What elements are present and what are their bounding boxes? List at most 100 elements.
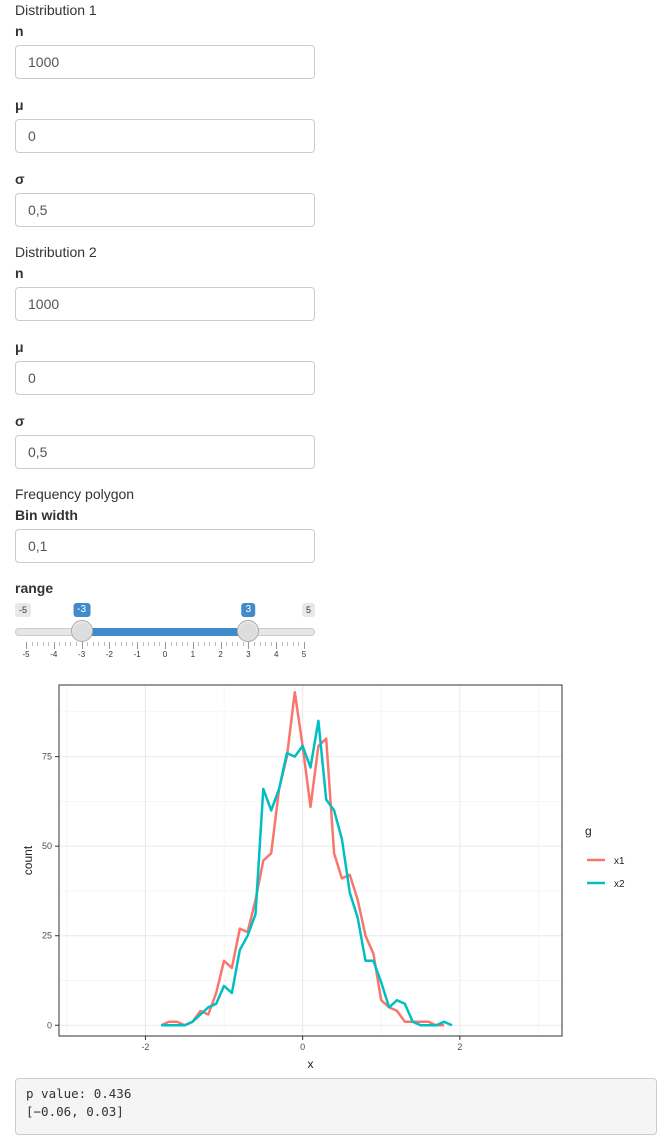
slider-minor-tick	[42, 642, 44, 646]
slider-minor-tick	[98, 642, 100, 646]
legend-title: g	[585, 824, 592, 838]
slider-minor-tick	[226, 642, 228, 646]
slider-minor-tick	[92, 642, 94, 646]
range-min-label: -5	[15, 603, 32, 617]
slider-minor-tick	[270, 642, 272, 646]
slider-minor-tick	[181, 642, 183, 646]
y-tick-label: 75	[42, 752, 52, 762]
slider-minor-tick	[159, 642, 161, 646]
frequency-polygon-chart: -2 0 2 0 25 50 75 x count g x1 x2	[21, 684, 625, 1071]
slider-minor-tick	[281, 642, 283, 646]
slider-minor-tick	[114, 642, 116, 646]
y-axis-title: count	[21, 845, 35, 875]
slider-tick-label: 4	[273, 650, 279, 659]
bin-width-input[interactable]	[15, 529, 315, 563]
x-tick-label: 0	[300, 1042, 305, 1052]
range-to-handle[interactable]	[237, 620, 260, 642]
dist2-n-label: n	[15, 265, 24, 281]
slider-minor-tick	[37, 642, 39, 646]
range-max-label: 5	[301, 603, 315, 617]
legend-label-x2: x2	[614, 879, 625, 890]
slider-minor-tick	[126, 642, 128, 646]
slider-minor-tick	[176, 642, 178, 646]
slider-tick-label: -3	[78, 650, 86, 659]
slider-minor-tick	[203, 642, 205, 646]
dist1-mu-label: μ	[15, 97, 24, 113]
slider-minor-tick	[298, 642, 300, 646]
slider-minor-tick	[265, 642, 267, 646]
dist2-n-input[interactable]	[15, 287, 315, 321]
slider-minor-tick	[209, 642, 211, 646]
slider-minor-tick	[198, 642, 200, 646]
slider-tick-label: 0	[162, 650, 168, 659]
slider-minor-tick	[187, 642, 189, 646]
slider-minor-tick	[237, 642, 239, 646]
slider-minor-tick	[76, 642, 78, 646]
p-value-text: p value: 0.436	[26, 1086, 132, 1101]
range-slider[interactable]: -5 5 -3 3 -5 -4 -3 -2 -1 0 1 2 3 4 5	[15, 600, 315, 662]
distribution-2-title: Distribution 2	[15, 244, 97, 260]
dist1-mu-input[interactable]	[15, 119, 315, 153]
dist2-sigma-input[interactable]	[15, 435, 315, 469]
slider-minor-tick	[142, 642, 144, 646]
range-from-label: -3	[73, 603, 91, 617]
slider-minor-tick	[287, 642, 289, 646]
slider-tick-label: -4	[50, 650, 58, 659]
legend-label-x1: x1	[614, 856, 625, 867]
slider-minor-tick	[215, 642, 217, 646]
bin-width-label: Bin width	[15, 507, 78, 523]
x-axis-title: x	[308, 1057, 314, 1071]
slider-minor-tick	[131, 642, 133, 646]
slider-tick-label: -1	[133, 650, 141, 659]
slider-tick-label: -2	[105, 650, 113, 659]
slider-minor-tick	[48, 642, 50, 646]
slider-minor-tick	[120, 642, 122, 646]
slider-tick	[220, 642, 222, 649]
slider-tick-label: 3	[246, 650, 251, 659]
slider-minor-tick	[170, 642, 172, 646]
slider-minor-tick	[31, 642, 33, 646]
test-output: p value: 0.436 [−0.06, 0.03]	[15, 1078, 657, 1135]
y-tick-label: 0	[47, 1020, 52, 1030]
slider-minor-tick	[70, 642, 72, 646]
slider-tick	[26, 642, 27, 649]
slider-tick-label: 1	[190, 650, 196, 659]
slider-minor-tick	[103, 642, 105, 646]
slider-minor-tick	[64, 642, 66, 646]
dist1-n-input[interactable]	[15, 45, 315, 79]
dist1-n-label: n	[15, 23, 24, 39]
slider-tick-label: -5	[22, 650, 30, 659]
slider-minor-tick	[292, 642, 294, 646]
range-label: range	[15, 580, 54, 596]
interval-text: [−0.06, 0.03]	[26, 1104, 124, 1119]
dist1-sigma-input[interactable]	[15, 193, 315, 227]
dist2-mu-label: μ	[15, 339, 24, 355]
frequency-polygon-title: Frequency polygon	[15, 486, 135, 502]
slider-minor-tick	[259, 642, 261, 646]
range-from-handle[interactable]	[70, 620, 93, 642]
dist1-sigma-label: σ	[15, 171, 25, 187]
slider-tick	[53, 642, 55, 649]
range-to-label: 3	[241, 603, 256, 617]
slider-minor-tick	[231, 642, 233, 646]
distribution-1-title: Distribution 1	[15, 2, 97, 18]
slider-tick	[81, 642, 83, 649]
x-tick-label: 2	[457, 1042, 462, 1052]
slider-tick	[304, 642, 305, 649]
slider-tick	[109, 642, 111, 649]
x-tick-label: -2	[141, 1042, 149, 1052]
slider-minor-tick	[153, 642, 155, 646]
slider-minor-tick	[242, 642, 244, 646]
dist2-sigma-label: σ	[15, 413, 25, 429]
slider-tick	[165, 642, 166, 649]
slider-tick	[276, 642, 278, 649]
slider-selected-bar[interactable]	[81, 628, 249, 636]
slider-tick	[137, 642, 139, 649]
slider-tick-label: 5	[301, 650, 307, 659]
slider-minor-tick	[148, 642, 150, 646]
slider-tick-label: 2	[218, 650, 223, 659]
slider-minor-tick	[87, 642, 89, 646]
dist2-mu-input[interactable]	[15, 361, 315, 395]
slider-tick	[248, 642, 250, 649]
slider-minor-tick	[59, 642, 61, 646]
